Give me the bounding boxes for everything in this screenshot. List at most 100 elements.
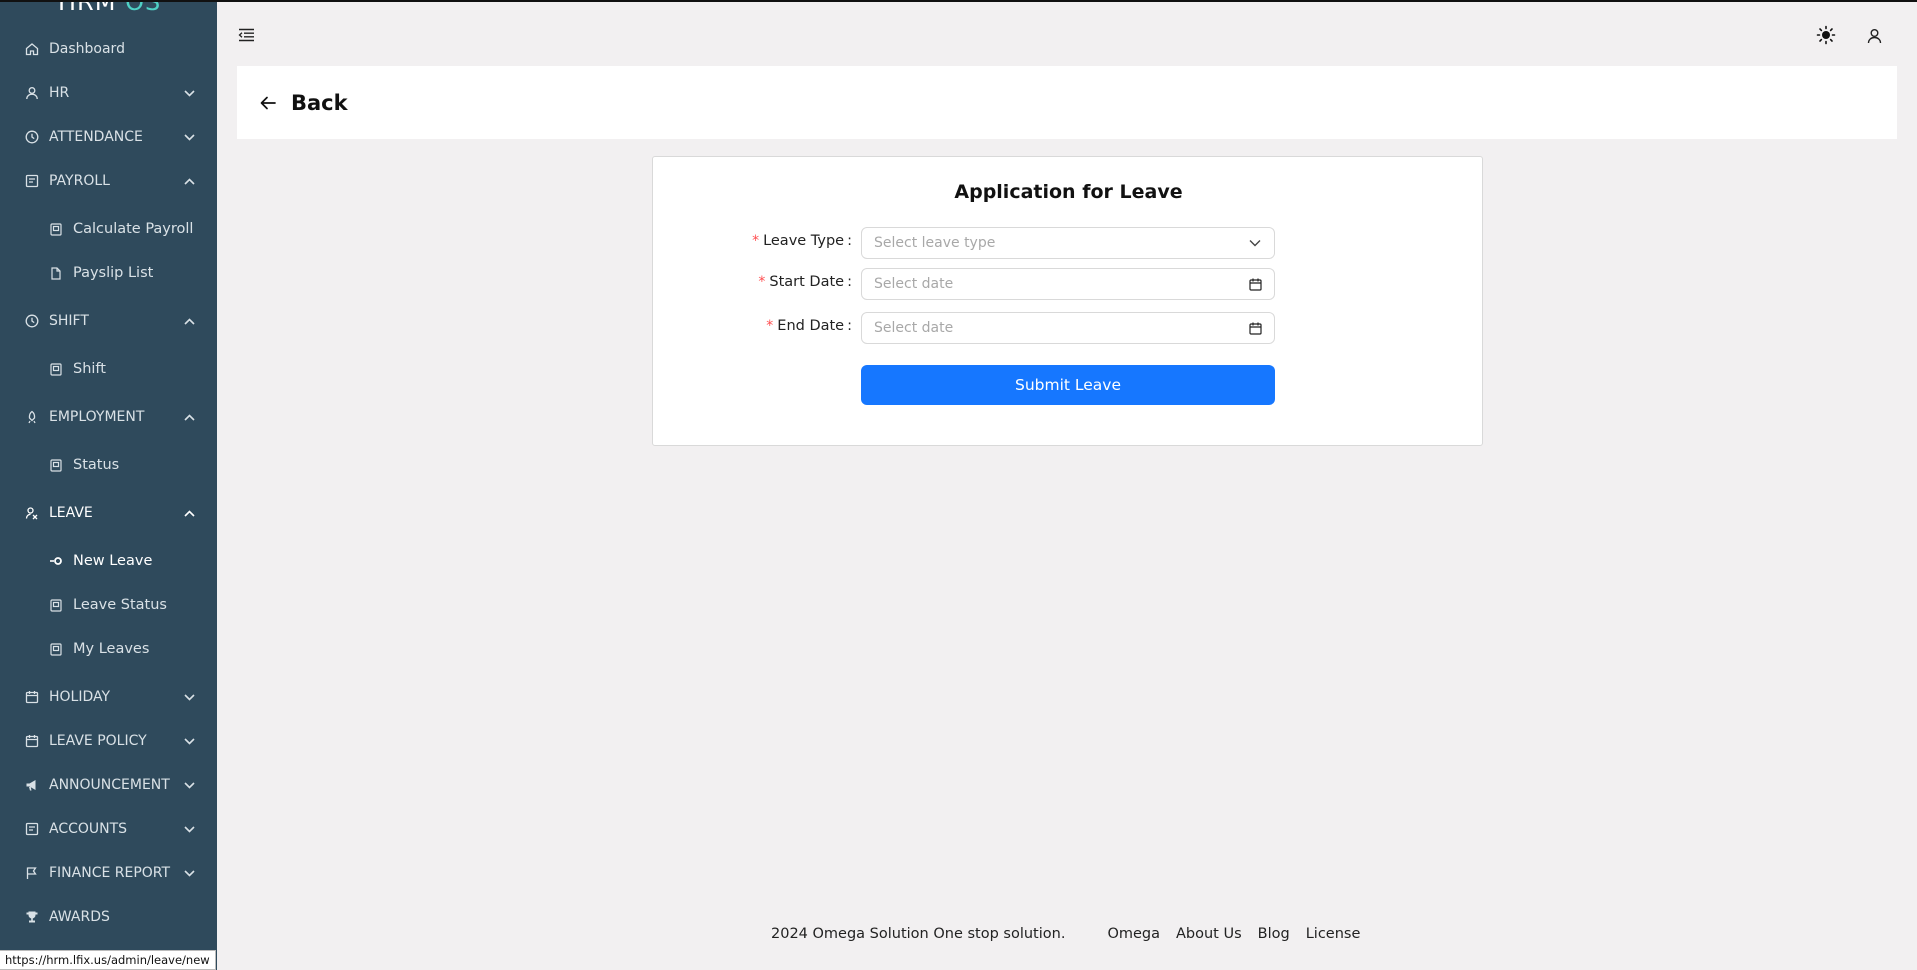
sidebar-item-leave-policy[interactable]: LEAVE POLICY — [0, 719, 217, 763]
sidebar-item-label: Dashboard — [49, 41, 125, 57]
sidebar-item-holiday[interactable]: HOLIDAY — [0, 675, 217, 719]
footer-link-license[interactable]: License — [1306, 926, 1361, 942]
sidebar-item-leave-status[interactable]: Leave Status — [0, 583, 217, 627]
sidebar-item-label: ANNOUNCEMENT — [49, 777, 170, 793]
calendar-icon — [24, 733, 40, 749]
footer-link-about-us[interactable]: About Us — [1176, 926, 1242, 942]
sidebar-item-label: Leave Status — [73, 597, 167, 613]
sidebar-item-accounts[interactable]: ACCOUNTS — [0, 807, 217, 851]
app-logo[interactable]: HRM OS — [58, 0, 161, 16]
leave-type-row: * Leave Type: Select leave type — [653, 227, 1484, 259]
accounts-icon — [24, 821, 40, 837]
chevron-down-icon — [1248, 236, 1262, 250]
leave-icon — [24, 505, 40, 521]
payroll-icon — [24, 173, 40, 189]
sidebar-item-label: PAYROLL — [49, 173, 110, 189]
megaphone-icon — [24, 777, 40, 793]
flag-icon — [24, 865, 40, 881]
sidebar-item-dashboard[interactable]: Dashboard — [0, 27, 217, 71]
sidebar-item-shift[interactable]: Shift — [0, 347, 217, 391]
start-date-row: * Start Date: Select date — [653, 268, 1484, 300]
start-date-picker[interactable]: Select date — [861, 268, 1275, 300]
page-header: Back — [237, 66, 1897, 139]
back-label: Back — [291, 91, 348, 115]
document-icon — [48, 597, 64, 613]
required-marker: * — [752, 233, 760, 249]
calendar-icon — [24, 689, 40, 705]
link-preview-status: https://hrm.lfix.us/admin/leave/new — [0, 950, 216, 970]
window-top-edge — [0, 0, 1917, 2]
clock-icon — [24, 313, 40, 329]
end-date-placeholder: Select date — [874, 320, 954, 336]
sidebar-item-label: HOLIDAY — [49, 689, 111, 705]
sidebar-item-label: ACCOUNTS — [49, 821, 128, 837]
chevron-up-icon — [183, 411, 195, 423]
sidebar-item-attendance[interactable]: ATTENDANCE — [0, 115, 217, 159]
chevron-down-icon — [183, 823, 195, 835]
document-icon — [48, 221, 64, 237]
sidebar-item-label: ATTENDANCE — [49, 129, 143, 145]
chevron-down-icon — [183, 131, 195, 143]
document-icon — [48, 641, 64, 657]
sidebar-item-payslip-list[interactable]: Payslip List — [0, 251, 217, 295]
sidebar-item-announcement[interactable]: ANNOUNCEMENT — [0, 763, 217, 807]
chevron-down-icon — [183, 87, 195, 99]
sidebar-item-employment[interactable]: EMPLOYMENT — [0, 395, 217, 439]
sidebar-item-payroll[interactable]: PAYROLL — [0, 159, 217, 203]
sidebar-item-calculate-payroll[interactable]: Calculate Payroll — [0, 207, 217, 251]
leave-type-placeholder: Select leave type — [874, 235, 996, 251]
chevron-up-icon — [183, 315, 195, 327]
footer-link-blog[interactable]: Blog — [1258, 926, 1290, 942]
sidebar-item-label: Status — [73, 457, 120, 473]
sidebar-item-shift-group[interactable]: SHIFT — [0, 299, 217, 343]
chevron-up-icon — [183, 175, 195, 187]
sidebar: HRM OS Dashboard HR ATTENDANCE PAYROLL C… — [0, 0, 217, 970]
end-date-row: * End Date: Select date — [653, 312, 1484, 344]
user-icon — [24, 85, 40, 101]
active-dot-icon — [48, 553, 64, 569]
back-button[interactable]: Back — [259, 88, 348, 118]
submit-leave-button[interactable]: Submit Leave — [861, 365, 1275, 405]
end-date-picker[interactable]: Select date — [861, 312, 1275, 344]
form-title: Application for Leave — [954, 181, 1183, 203]
chevron-down-icon — [183, 735, 195, 747]
sidebar-item-label: Payslip List — [73, 265, 154, 281]
calendar-icon — [1248, 321, 1262, 335]
sidebar-item-label: LEAVE — [49, 505, 93, 521]
chevron-up-icon — [183, 507, 195, 519]
sidebar-item-label: EMPLOYMENT — [49, 409, 145, 425]
user-icon[interactable] — [1864, 26, 1884, 46]
clock-icon — [24, 129, 40, 145]
sidebar-item-my-leaves[interactable]: My Leaves — [0, 627, 217, 671]
sidebar-item-label: Calculate Payroll — [73, 221, 194, 237]
sidebar-item-awards[interactable]: AWARDS — [0, 895, 217, 939]
required-marker: * — [758, 274, 766, 290]
sidebar-item-label: New Leave — [73, 553, 153, 569]
sidebar-item-label: My Leaves — [73, 641, 150, 657]
sidebar-item-label: HR — [49, 85, 70, 101]
sidebar-item-leave[interactable]: LEAVE — [0, 491, 217, 535]
sidebar-item-label: SHIFT — [49, 313, 89, 329]
chevron-down-icon — [183, 867, 195, 879]
end-date-label: * End Date: — [766, 318, 852, 334]
start-date-placeholder: Select date — [874, 276, 954, 292]
sidebar-item-label: Shift — [73, 361, 106, 377]
rocket-icon — [24, 409, 40, 425]
calendar-icon — [1248, 277, 1262, 291]
leave-type-label: * Leave Type: — [752, 233, 852, 249]
leave-type-select[interactable]: Select leave type — [861, 227, 1275, 259]
document-icon — [48, 457, 64, 473]
sidebar-item-status[interactable]: Status — [0, 443, 217, 487]
sidebar-item-label: FINANCE REPORT — [49, 865, 171, 881]
menu-fold-icon[interactable] — [236, 26, 256, 44]
sidebar-item-hr[interactable]: HR — [0, 71, 217, 115]
sun-icon[interactable] — [1815, 24, 1837, 46]
chevron-down-icon — [183, 691, 195, 703]
sidebar-item-new-leave[interactable]: New Leave — [0, 539, 217, 583]
start-date-label: * Start Date: — [758, 274, 852, 290]
footer-link-omega[interactable]: Omega — [1107, 926, 1160, 942]
copyright-text: 2024 Omega Solution One stop solution. — [771, 926, 1066, 942]
required-marker: * — [766, 318, 774, 334]
file-icon — [48, 265, 64, 281]
sidebar-item-finance-report[interactable]: FINANCE REPORT — [0, 851, 217, 895]
